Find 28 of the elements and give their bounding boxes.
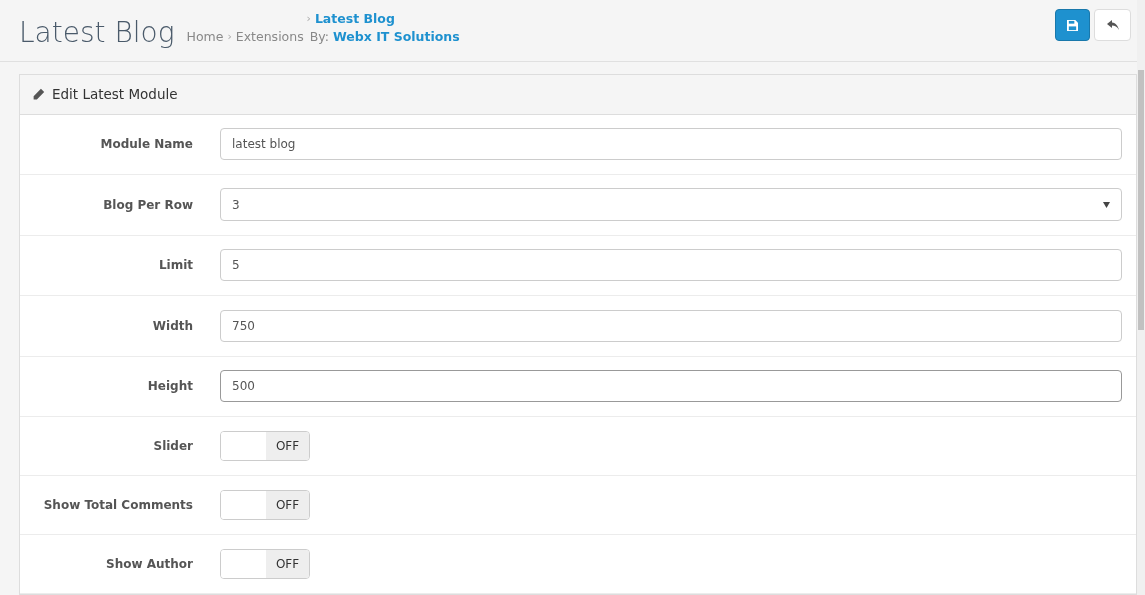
caret-icon <box>1103 201 1110 208</box>
save-icon <box>1067 19 1078 31</box>
breadcrumb-separator: › <box>306 10 311 27</box>
text-field[interactable]: 5 <box>220 249 1122 282</box>
pencil-icon <box>32 87 45 101</box>
author-credit: By: Webx IT Solutions <box>309 27 460 46</box>
toggle-switch[interactable]: OFF <box>220 490 310 520</box>
toggle-switch[interactable]: OFF <box>220 431 310 461</box>
breadcrumb-separator: › <box>227 28 232 45</box>
field-label: Slider <box>152 438 193 455</box>
text-field[interactable]: 500 <box>220 370 1122 403</box>
field-label: Blog Per Row <box>102 196 193 214</box>
field-label: Limit <box>157 257 193 275</box>
field-label: Height <box>146 378 193 396</box>
scrollbar[interactable] <box>1138 70 1144 330</box>
field-label: Module Name <box>99 136 193 154</box>
page-title: Latest Blog <box>19 18 175 47</box>
panel-title: Edit Latest Module <box>52 84 178 104</box>
back-button[interactable] <box>1094 9 1131 41</box>
dropdown[interactable]: 3 <box>220 188 1122 222</box>
save-button[interactable] <box>1055 9 1090 41</box>
field-label: Show Total Comments <box>42 497 193 514</box>
text-field[interactable]: 750 <box>220 309 1122 342</box>
field-label: Show Author <box>105 556 193 573</box>
text-field[interactable]: latest blog <box>220 128 1122 161</box>
reply-icon <box>1106 20 1119 30</box>
toggle-switch[interactable]: OFF <box>220 549 310 579</box>
field-label: Width <box>151 317 193 335</box>
